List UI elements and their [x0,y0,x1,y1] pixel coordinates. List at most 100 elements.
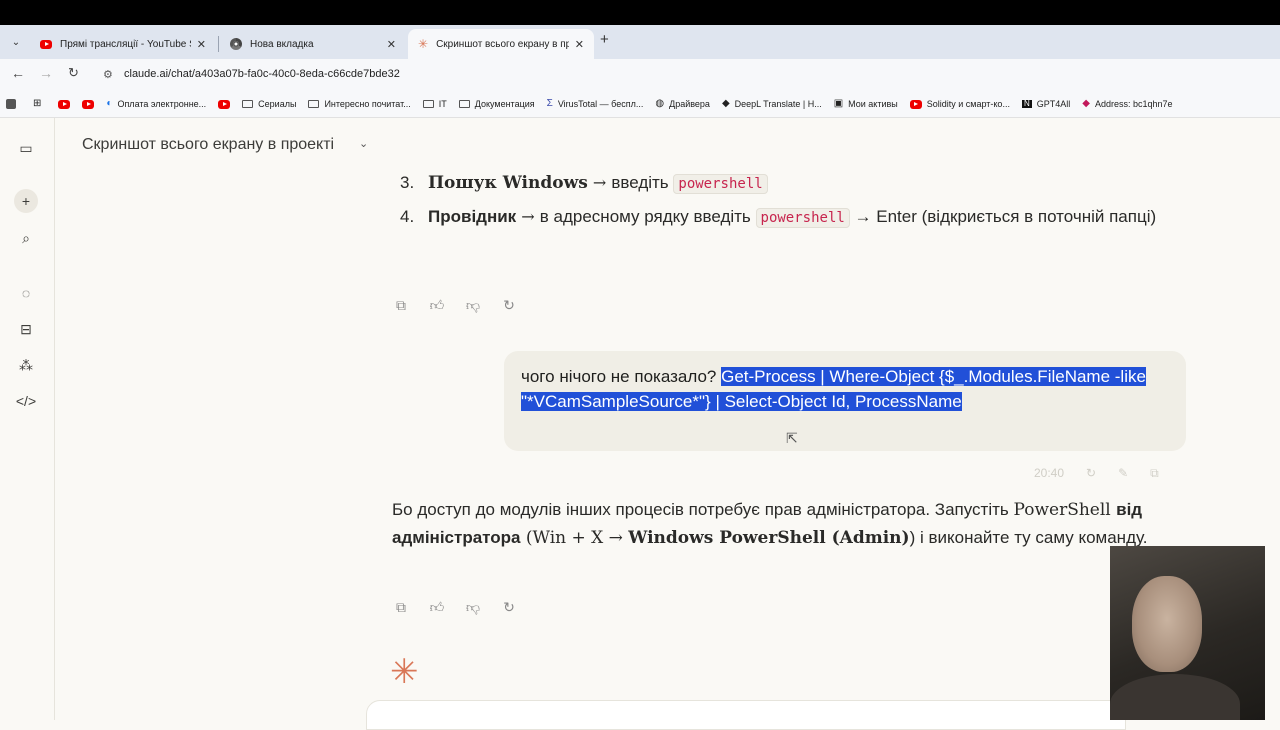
bookmark-item[interactable]: Σ VirusTotal — беспл... [546,98,644,110]
top-black-bar [0,0,1280,25]
deepl-icon: ◆ [721,98,730,109]
answer-text: (Win + X → [520,528,629,548]
message-actions: ⧉ 👍︎ 👎︎ ↻ [393,297,517,314]
youtube-icon [218,99,231,109]
list-text: введіть [611,173,674,192]
retry-icon[interactable]: ↻ [501,297,517,314]
edit-icon[interactable]: ✎ [1118,466,1128,481]
answer-text: PowerShell [1013,500,1117,520]
folder-icon [242,100,254,108]
artifacts-icon[interactable]: ⁂ [14,353,38,377]
n-icon: N [1021,99,1032,108]
list-bold: Провідник [428,207,517,226]
bookmarks-bar: ⊞ ◐ Оплата электронне... Сериалы Интересн… [0,91,1280,118]
bookmark-item[interactable] [218,99,231,109]
url-field[interactable]: claude.ai/chat/a403a07b-fa0c-40c0-8eda-c… [124,68,400,80]
webcam-overlay [1110,546,1265,720]
chats-icon[interactable]: ◌ [14,281,38,305]
answer-text: ) і виконайте ту саму команду. [909,528,1148,547]
tab-strip: ⌄ Прямі трансляції - YouTube Stu ✕ Нова … [0,25,1280,59]
new-chat-icon[interactable]: + [14,189,38,213]
close-icon[interactable]: ✕ [575,38,584,51]
bookmark-item[interactable]: N GPT4All [1021,99,1070,109]
message-meta: 20:40 ↻ ✎ ⧉ [1034,466,1159,481]
user-message-text: чого нічого не показало? [521,367,722,386]
tab-title: Прямі трансляції - YouTube Stu [60,38,191,50]
thumbs-up-icon[interactable]: 👍︎ [429,599,445,616]
bookmark-item[interactable]: ◐ Оплата электронне... [106,98,206,110]
tab-claude-active[interactable]: ✳ Скриншот всього екрану в пр ✕ [408,29,594,59]
youtube-icon [58,99,71,109]
bookmark-folder[interactable]: Документация [458,99,535,109]
bookmark-item[interactable] [58,99,71,109]
reload-icon[interactable]: ↻ [68,65,79,81]
thumbs-up-icon[interactable]: 👍︎ [429,297,445,314]
arrow-text: → [587,173,612,192]
answer-text: Бо доступ до модулів інших процесів потр… [392,500,1014,519]
claude-icon: ✳ [418,37,429,51]
folder-icon [308,100,320,108]
tab-title: Нова вкладка [250,38,314,50]
bookmark-item[interactable] [82,99,95,109]
claude-logo-icon: ✳ [390,653,419,691]
projects-icon[interactable]: ⊟ [14,317,38,341]
bookmark-folder[interactable]: IT [422,99,447,109]
close-icon[interactable]: ✕ [197,38,206,51]
new-tab-button[interactable]: + [600,31,609,48]
chat-input[interactable] [366,700,1126,730]
bookmark-item[interactable]: ◆ Address: bc1qhn7e [1082,98,1172,110]
inline-code: powershell [755,208,850,228]
retry-icon[interactable]: ↻ [501,599,517,616]
folder-icon [422,100,434,108]
gem-icon: ◆ [1082,98,1090,109]
thumbs-down-icon[interactable]: 👎︎ [465,297,481,314]
bookmark-item[interactable]: ▣ Мои активы [833,98,898,110]
list-bold: Пошук Windows [428,173,588,193]
retry-icon[interactable]: ↻ [1086,466,1096,481]
person-shoulders [1110,674,1240,720]
chrome-icon [230,38,242,50]
apps-icon[interactable] [6,99,21,109]
tab-youtube-studio[interactable]: Прямі трансляції - YouTube Stu ✕ [30,29,216,59]
left-sidebar: ▭ + ⌕ ◌ ⊟ ⁂ </> [0,118,55,720]
list-item: 3. Пошук Windows → введіть powershell [400,168,1160,199]
forward-icon[interactable]: → [39,65,53,81]
back-icon[interactable]: ← [11,65,25,81]
arrow-text: → [516,207,540,226]
sidebar-toggle-icon[interactable]: ▭ [14,136,38,160]
apps-grid-icon[interactable]: ⊞ [33,99,46,109]
edge-icon: ◐ [106,98,113,109]
bookmark-folder[interactable]: Сериалы [242,99,296,109]
bookmark-item[interactable]: Solidity и смарт-ко... [909,99,1010,109]
list-number: 4. [400,207,415,226]
tab-new-tab[interactable]: Нова вкладка ✕ [220,29,406,59]
project-title[interactable]: Скриншот всього екрану в проекті [82,136,334,154]
tab-separator [218,36,219,52]
inline-code: powershell [673,174,768,194]
site-info-icon[interactable]: ⚙ [103,68,113,81]
copy-icon[interactable]: ⧉ [393,297,409,314]
list-after: → Enter (відкриється в поточній папці) [849,207,1157,226]
bookmark-item[interactable]: ◆ DeepL Translate | H... [721,98,822,110]
message-actions: ⧉ 👍︎ 👎︎ ↻ [393,599,517,616]
bookmark-item[interactable]: ◍ Драйвера [655,99,710,110]
address-bar: ← → ↻ ⚙ claude.ai/chat/a403a07b-fa0c-40c… [0,59,1280,91]
tab-title: Скриншот всього екрану в пр [436,38,569,50]
chevron-down-icon[interactable]: ⌄ [359,137,368,150]
message-time: 20:40 [1034,466,1065,480]
answer-bold: Windows PowerShell (Admin) [628,528,910,548]
copy-icon[interactable]: ⧉ [393,599,409,616]
virustotal-icon: Σ [546,98,553,109]
grid-icon: ▣ [833,98,844,109]
person-face [1132,576,1202,672]
search-icon[interactable]: ⌕ [14,226,38,250]
youtube-icon [82,99,95,109]
tab-search-button[interactable]: ⌄ [6,32,26,52]
copy-icon[interactable]: ⧉ [1150,466,1159,481]
code-icon[interactable]: </> [14,389,38,413]
close-icon[interactable]: ✕ [387,38,396,51]
claude-app: ▭ + ⌕ ◌ ⊟ ⁂ </> Скриншот всього екрану в… [0,118,1280,730]
list-item: 4. Провідник → в адресному рядку введіть … [400,202,1160,233]
bookmark-folder[interactable]: Интересно почитат... [308,99,411,109]
thumbs-down-icon[interactable]: 👎︎ [465,599,481,616]
